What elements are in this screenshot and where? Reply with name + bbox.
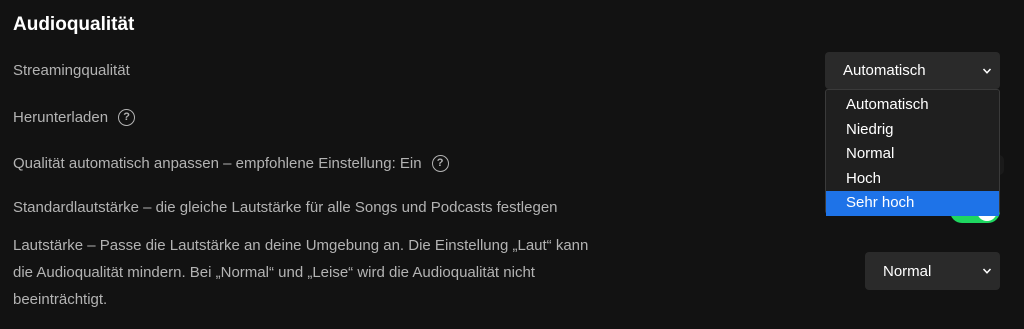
streaming-quality-select[interactable]: Automatisch [825,52,1000,89]
volume-line-3: beeinträchtigt. [13,291,108,308]
volume-line-2: die Audioqualität mindern. Bei „Normal“ … [13,264,535,281]
streaming-quality-value: Automatisch [843,62,926,79]
dropdown-option-normal[interactable]: Normal [826,142,999,167]
streaming-quality-label: Streamingqualität [13,62,130,79]
chevron-down-icon [982,67,992,74]
download-row: Herunterladen ? [13,109,136,126]
section-title: Audioqualität [13,14,135,35]
volume-level-description: Lautstärke – Passe die Lautstärke an dei… [13,232,673,313]
auto-adjust-label: Qualität automatisch anpassen – empfohle… [13,155,422,172]
dropdown-option-sehr-hoch[interactable]: Sehr hoch [826,191,999,216]
chevron-down-icon [982,268,992,274]
dropdown-option-automatisch[interactable]: Automatisch [826,93,999,118]
auto-adjust-row: Qualität automatisch anpassen – empfohle… [13,155,449,172]
help-icon[interactable]: ? [431,155,449,172]
dropdown-option-hoch[interactable]: Hoch [826,167,999,192]
dropdown-option-niedrig[interactable]: Niedrig [826,118,999,143]
streaming-quality-dropdown: Automatisch Niedrig Normal Hoch Sehr hoc… [825,89,1000,216]
normalize-label: Standardlautstärke – die gleiche Lautstä… [13,199,558,216]
normalize-row: Standardlautstärke – die gleiche Lautstä… [13,199,558,216]
volume-level-select[interactable]: Normal [865,252,1000,290]
volume-level-value: Normal [883,262,932,280]
download-label: Herunterladen [13,109,109,126]
volume-line-1: Lautstärke – Passe die Lautstärke an dei… [13,237,589,254]
streaming-quality-text: Streamingqualität [13,62,130,79]
help-icon[interactable]: ? [118,109,136,126]
